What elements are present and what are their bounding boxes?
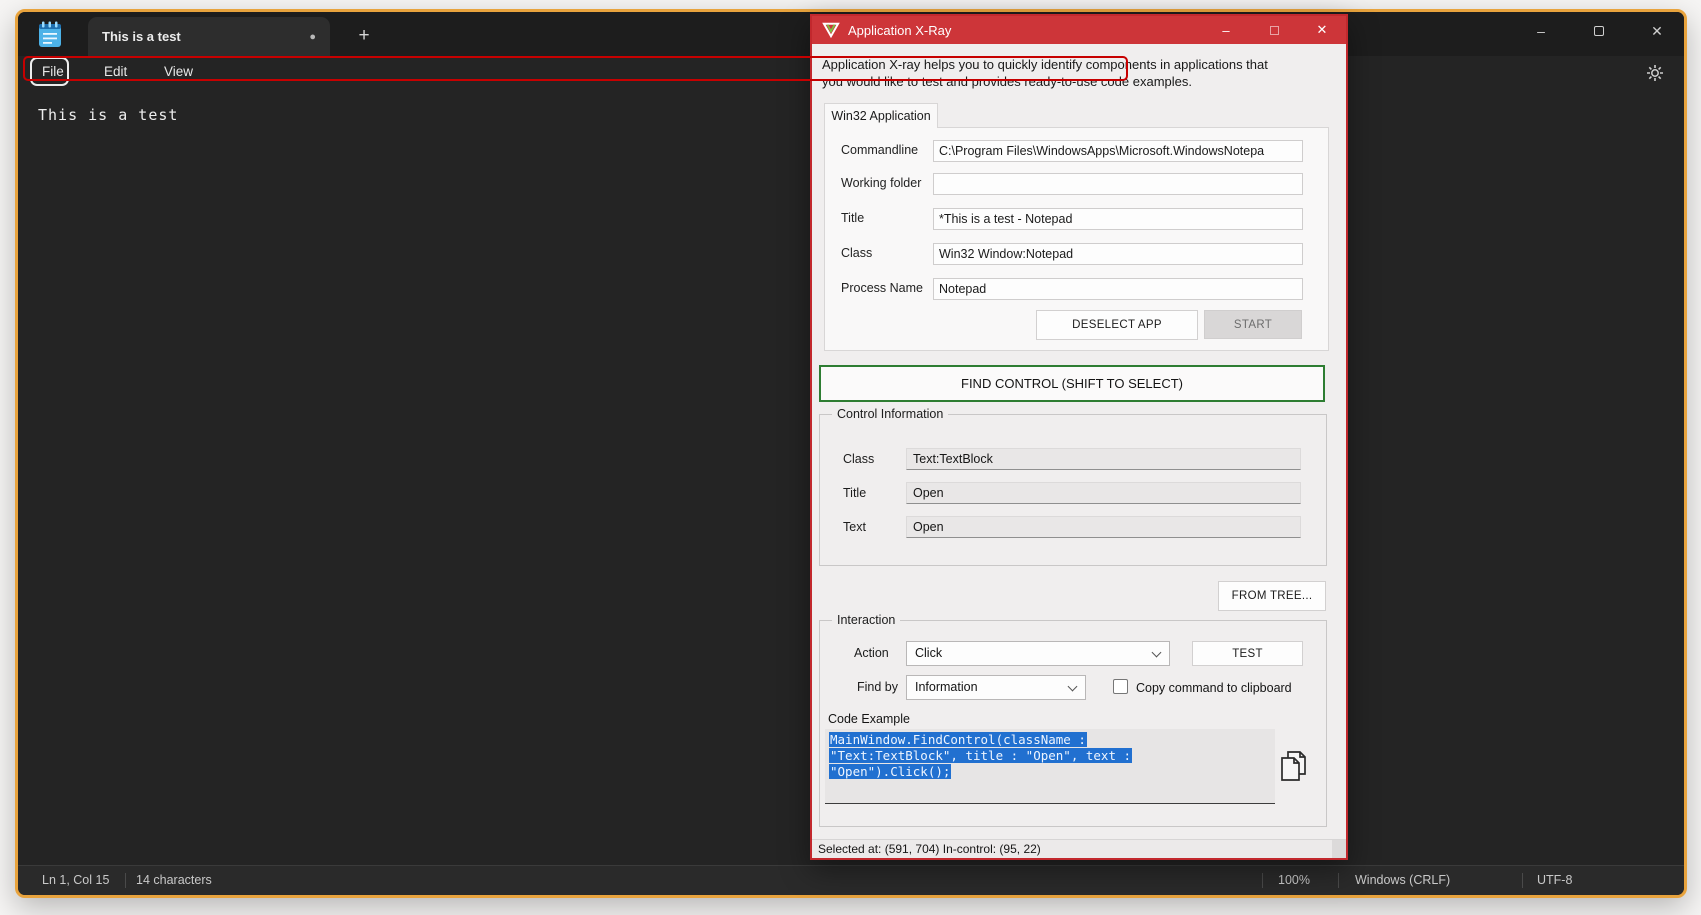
status-encoding[interactable]: UTF-8: [1537, 873, 1572, 887]
copy-to-clipboard-checkbox[interactable]: [1113, 679, 1128, 694]
notepad-tab[interactable]: This is a test ●: [88, 17, 330, 56]
code-line-2: "Text:TextBlock", title : "Open", text :: [829, 748, 1132, 763]
win32-application-panel: Commandline C:\Program Files\WindowsApps…: [824, 127, 1329, 351]
xray-status-text: Selected at: (591, 704) In-control: (95,…: [818, 842, 1041, 856]
deselect-app-button[interactable]: DESELECT APP: [1036, 310, 1198, 340]
divider: [1338, 873, 1339, 888]
notepad-app-icon: [38, 21, 62, 48]
tab-win32-application[interactable]: Win32 Application: [824, 103, 938, 128]
from-tree-button[interactable]: FROM TREE...: [1218, 581, 1326, 611]
description-line-1: Application X-ray helps you to quickly i…: [822, 56, 1332, 73]
findby-label: Find by: [857, 680, 898, 694]
action-label: Action: [854, 646, 889, 660]
xray-description: Application X-ray helps you to quickly i…: [822, 56, 1332, 90]
maximize-icon: [1594, 26, 1604, 36]
divider: [1522, 873, 1523, 888]
title-field[interactable]: *This is a test - Notepad: [933, 208, 1303, 230]
ci-text-label: Text: [843, 520, 866, 534]
code-line-3: "Open").Click();: [829, 764, 951, 779]
control-information-group: Control Information Class Text:TextBlock…: [819, 414, 1327, 566]
resize-grip[interactable]: [1332, 840, 1346, 858]
maximize-icon: [1270, 26, 1279, 35]
xray-window: Application X-Ray – ✕ Application X-ray …: [810, 14, 1348, 860]
find-control-button[interactable]: FIND CONTROL (SHIFT TO SELECT): [819, 365, 1325, 402]
code-line-1: MainWindow.FindControl(className :: [829, 732, 1087, 747]
status-cursor-position: Ln 1, Col 15: [42, 873, 109, 887]
ci-title-field[interactable]: Open: [906, 482, 1301, 504]
start-button[interactable]: START: [1204, 310, 1302, 339]
chevron-down-icon: [1068, 682, 1078, 692]
unsaved-dot-icon: ●: [309, 31, 316, 43]
code-example-label: Code Example: [828, 712, 910, 726]
xray-statusbar: Selected at: (591, 704) In-control: (95,…: [812, 839, 1346, 858]
notepad-maximize-button[interactable]: [1588, 20, 1610, 42]
xray-logo-icon: [822, 22, 840, 38]
menu-view[interactable]: View: [164, 64, 193, 79]
menu-file[interactable]: File: [42, 64, 64, 79]
interaction-group: Interaction Action Click TEST Find by In…: [819, 620, 1327, 827]
action-value: Click: [915, 646, 942, 660]
ci-class-label: Class: [843, 452, 874, 466]
xray-maximize-button[interactable]: [1250, 16, 1298, 44]
document-text: This is a test: [38, 106, 178, 124]
code-example-textbox[interactable]: MainWindow.FindControl(className : "Text…: [825, 729, 1275, 804]
status-character-count: 14 characters: [136, 873, 212, 887]
ci-title-label: Title: [843, 486, 866, 500]
class-field[interactable]: Win32 Window:Notepad: [933, 243, 1303, 265]
ci-class-field[interactable]: Text:TextBlock: [906, 448, 1301, 470]
menu-edit[interactable]: Edit: [104, 64, 127, 79]
xray-minimize-button[interactable]: –: [1202, 16, 1250, 44]
findby-value: Information: [915, 680, 978, 694]
class-label: Class: [841, 246, 872, 260]
interaction-title: Interaction: [832, 613, 900, 627]
process-name-field[interactable]: Notepad: [933, 278, 1303, 300]
status-line-endings[interactable]: Windows (CRLF): [1355, 873, 1450, 887]
notepad-minimize-button[interactable]: –: [1530, 20, 1552, 42]
title-label: Title: [841, 211, 864, 225]
test-button[interactable]: TEST: [1192, 641, 1303, 666]
tab-title: This is a test: [102, 29, 181, 44]
findby-combobox[interactable]: Information: [906, 675, 1086, 700]
ci-text-field[interactable]: Open: [906, 516, 1301, 538]
copy-code-icon[interactable]: [1276, 746, 1308, 786]
xray-close-button[interactable]: ✕: [1298, 16, 1346, 44]
action-combobox[interactable]: Click: [906, 641, 1170, 666]
chevron-down-icon: [1152, 648, 1162, 658]
divider: [125, 873, 126, 888]
control-information-title: Control Information: [832, 407, 948, 421]
copy-to-clipboard-label: Copy command to clipboard: [1136, 681, 1292, 695]
process-name-label: Process Name: [841, 281, 923, 295]
commandline-label: Commandline: [841, 143, 918, 157]
divider: [1262, 873, 1263, 888]
working-folder-field[interactable]: [933, 173, 1303, 195]
xray-window-title: Application X-Ray: [848, 23, 951, 38]
notepad-close-button[interactable]: ✕: [1646, 20, 1668, 42]
xray-titlebar: Application X-Ray – ✕: [812, 16, 1346, 44]
working-folder-label: Working folder: [841, 176, 921, 190]
new-tab-button[interactable]: +: [350, 22, 378, 50]
notepad-statusbar: Ln 1, Col 15 14 characters 100% Windows …: [18, 865, 1684, 895]
status-zoom-level[interactable]: 100%: [1278, 873, 1310, 887]
commandline-field[interactable]: C:\Program Files\WindowsApps\Microsoft.W…: [933, 140, 1303, 162]
settings-gear-icon[interactable]: [1646, 64, 1664, 82]
description-line-2: you would like to test and provides read…: [822, 73, 1332, 90]
